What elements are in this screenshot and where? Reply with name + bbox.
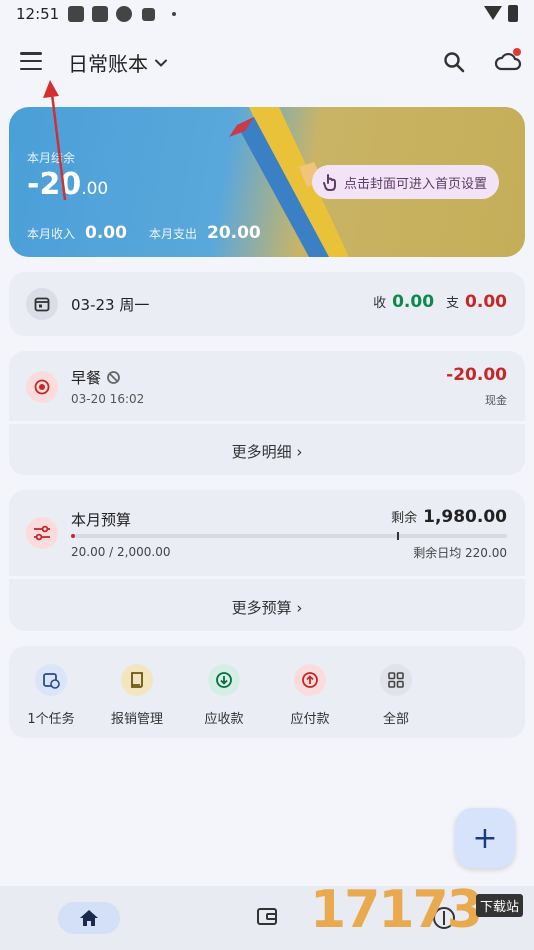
record-row[interactable]: 早餐 03-20 16:02 -20.00 现金 (9, 351, 525, 421)
battery-icon (508, 5, 518, 22)
recent-record-card: 早餐 03-20 16:02 -20.00 现金 更多明细 › (9, 351, 525, 475)
budget-daily-average: 剩余日均 220.00 (413, 546, 507, 560)
grid-icon (380, 664, 412, 696)
text-icon (142, 8, 155, 21)
more-notifications-icon (172, 12, 176, 16)
day-income-label: 收 (373, 296, 387, 311)
chevron-down-icon (155, 59, 167, 67)
tool-receivables-label: 应收款 (204, 712, 244, 727)
day-expense-value: 0.00 (465, 292, 507, 312)
record-time: 03-20 16:02 (71, 392, 145, 406)
status-time: 12:51 (16, 5, 60, 23)
budget-card: 本月预算 剩余 1,980.00 20.00 / 2,000.00 剩余日均 2… (9, 490, 525, 631)
tool-tasks-label: 1个任务 (27, 712, 75, 727)
notification-icon (68, 6, 84, 22)
nav-home[interactable] (58, 902, 120, 934)
divider (9, 576, 525, 579)
chevron-right-icon: › (296, 599, 303, 617)
watermark-tag: 下载站 (476, 894, 524, 917)
aperture-icon (116, 6, 132, 22)
ledger-selector[interactable]: 日常账本 (68, 48, 168, 77)
more-details-label: 更多明细 (231, 443, 292, 461)
expense-value: 20.00 (206, 223, 261, 243)
status-bar: 12:51 (0, 0, 534, 30)
day-summary-card[interactable]: 03-23 周一 收 0.00 支 0.00 (9, 272, 525, 336)
wifi-icon (484, 6, 502, 20)
home-icon (80, 910, 98, 926)
food-icon (26, 371, 58, 403)
tap-hand-icon (323, 174, 336, 191)
budget-progress-fill (71, 534, 76, 538)
receipt-icon (121, 664, 153, 696)
record-title-text: 早餐 (71, 369, 102, 387)
budget-row[interactable]: 本月预算 剩余 1,980.00 20.00 / 2,000.00 剩余日均 2… (9, 490, 525, 576)
arrow-up-circle-icon (294, 664, 326, 696)
tool-receivables[interactable]: 应收款 (184, 664, 264, 727)
ledger-title: 日常账本 (68, 52, 148, 76)
add-record-button[interactable]: + (455, 808, 515, 868)
notification-icon (92, 6, 108, 22)
chevron-right-icon: › (296, 443, 303, 461)
more-budget-button[interactable]: 更多预算 › (9, 597, 525, 618)
cover-card[interactable]: 本月结余 -20.00 本月收入 0.00 本月支出 20.00 点击封面可进入… (9, 107, 525, 257)
record-payment-method: 现金 (485, 394, 507, 407)
budget-remaining-value: 1,980.00 (423, 507, 507, 527)
blocked-icon (107, 371, 120, 384)
budget-title: 本月预算 (71, 511, 132, 529)
record-amount: -20.00 (446, 365, 507, 385)
sync-badge (513, 48, 521, 56)
more-budget-label: 更多预算 (231, 599, 292, 617)
nav-wallet[interactable] (256, 906, 278, 930)
budget-progress-bar (71, 532, 507, 540)
wallet-icon (257, 908, 277, 925)
budget-remaining: 剩余 1,980.00 (391, 507, 507, 527)
day-expense-label: 支 (446, 296, 460, 311)
budget-remaining-label: 剩余 (391, 511, 418, 526)
tools-card: 1个任务 报销管理 应收款 应付款 全部 (9, 646, 525, 738)
expense-label: 本月支出 (148, 227, 197, 241)
tool-payables[interactable]: 应付款 (270, 664, 350, 727)
calendar-clock-icon (35, 664, 67, 696)
income-label: 本月收入 (27, 227, 76, 241)
cover-settings-hint[interactable]: 点击封面可进入首页设置 (312, 165, 500, 199)
more-details-button[interactable]: 更多明细 › (9, 441, 525, 462)
budget-today-marker (397, 532, 399, 540)
divider (9, 421, 525, 424)
search-icon[interactable] (443, 51, 465, 73)
cover-summary: 本月收入 0.00 本月支出 20.00 (27, 223, 261, 243)
tool-reimbursement[interactable]: 报销管理 (97, 664, 177, 727)
annotation-arrow (43, 80, 67, 201)
menu-icon[interactable] (20, 52, 42, 70)
tool-all-label: 全部 (382, 712, 409, 727)
calendar-icon (26, 288, 58, 320)
record-title: 早餐 (71, 367, 120, 388)
day-totals: 收 0.00 支 0.00 (373, 292, 507, 312)
tool-reimbursement-label: 报销管理 (110, 712, 163, 727)
budget-used-total: 20.00 / 2,000.00 (71, 545, 171, 559)
date-label: 03-23 周一 (71, 296, 150, 314)
income-value: 0.00 (85, 223, 127, 243)
watermark-logo: 17173 (310, 880, 483, 940)
tool-all[interactable]: 全部 (356, 664, 436, 727)
tool-payables-label: 应付款 (290, 712, 330, 727)
sliders-icon (26, 517, 58, 549)
arrow-down-circle-icon (208, 664, 240, 696)
day-income-value: 0.00 (392, 292, 435, 312)
tool-tasks[interactable]: 1个任务 (11, 664, 91, 727)
cover-hint-text: 点击封面可进入首页设置 (344, 176, 488, 192)
